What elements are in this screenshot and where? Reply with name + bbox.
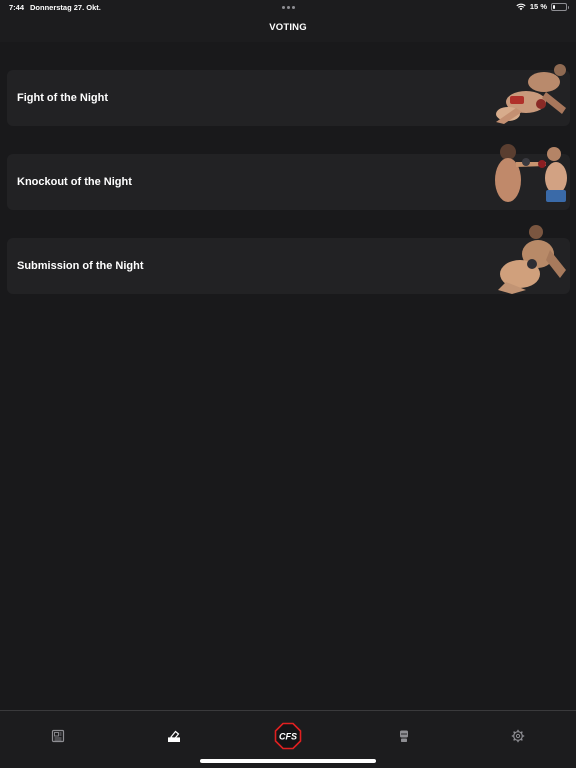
status-bar: 7:44 Donnerstag 27. Okt. 15 %	[0, 0, 576, 14]
fighters-submission-photo	[486, 220, 570, 294]
wifi-icon	[516, 3, 526, 11]
page-title: VOTING	[269, 22, 307, 33]
fighters-striking-photo	[486, 136, 570, 210]
tab-news[interactable]	[48, 726, 68, 746]
home-indicator[interactable]	[200, 759, 376, 763]
fighters-grappling-photo	[486, 52, 570, 126]
card-label: Fight of the Night	[17, 92, 109, 104]
fight-of-the-night-card[interactable]: Fight of the Night	[7, 64, 570, 126]
tab-fighters[interactable]	[394, 726, 414, 746]
news-icon	[51, 729, 65, 743]
knockout-of-the-night-card[interactable]: Knockout of the Night	[7, 144, 570, 210]
logo-text: CFS	[279, 732, 297, 742]
cfs-logo-icon: CFS	[274, 722, 302, 750]
status-date: Donnerstag 27. Okt.	[30, 3, 101, 12]
voting-list: Fight of the Night Knockout of the Night	[0, 42, 576, 710]
voting-screen: 7:44 Donnerstag 27. Okt. 15 % VOTING Fig…	[0, 0, 576, 768]
card-label: Knockout of the Night	[17, 176, 132, 188]
status-time: 7:44	[9, 3, 25, 12]
battery-percentage: 15 %	[529, 2, 547, 11]
tab-voting[interactable]	[164, 726, 184, 746]
fighter-icon	[400, 730, 408, 742]
navigation-bar: VOTING	[0, 14, 576, 42]
battery-icon	[551, 2, 569, 11]
multitasking-dots-icon[interactable]	[282, 6, 295, 9]
card-label: Submission of the Night	[17, 260, 144, 272]
tab-settings[interactable]	[508, 726, 528, 746]
submission-of-the-night-card[interactable]: Submission of the Night	[7, 225, 570, 294]
battery-level	[553, 4, 555, 9]
status-indicators: 15 %	[516, 2, 569, 11]
voting-icon	[168, 730, 180, 742]
gear-icon	[511, 729, 525, 743]
tab-home-logo[interactable]: CFS	[274, 722, 302, 750]
